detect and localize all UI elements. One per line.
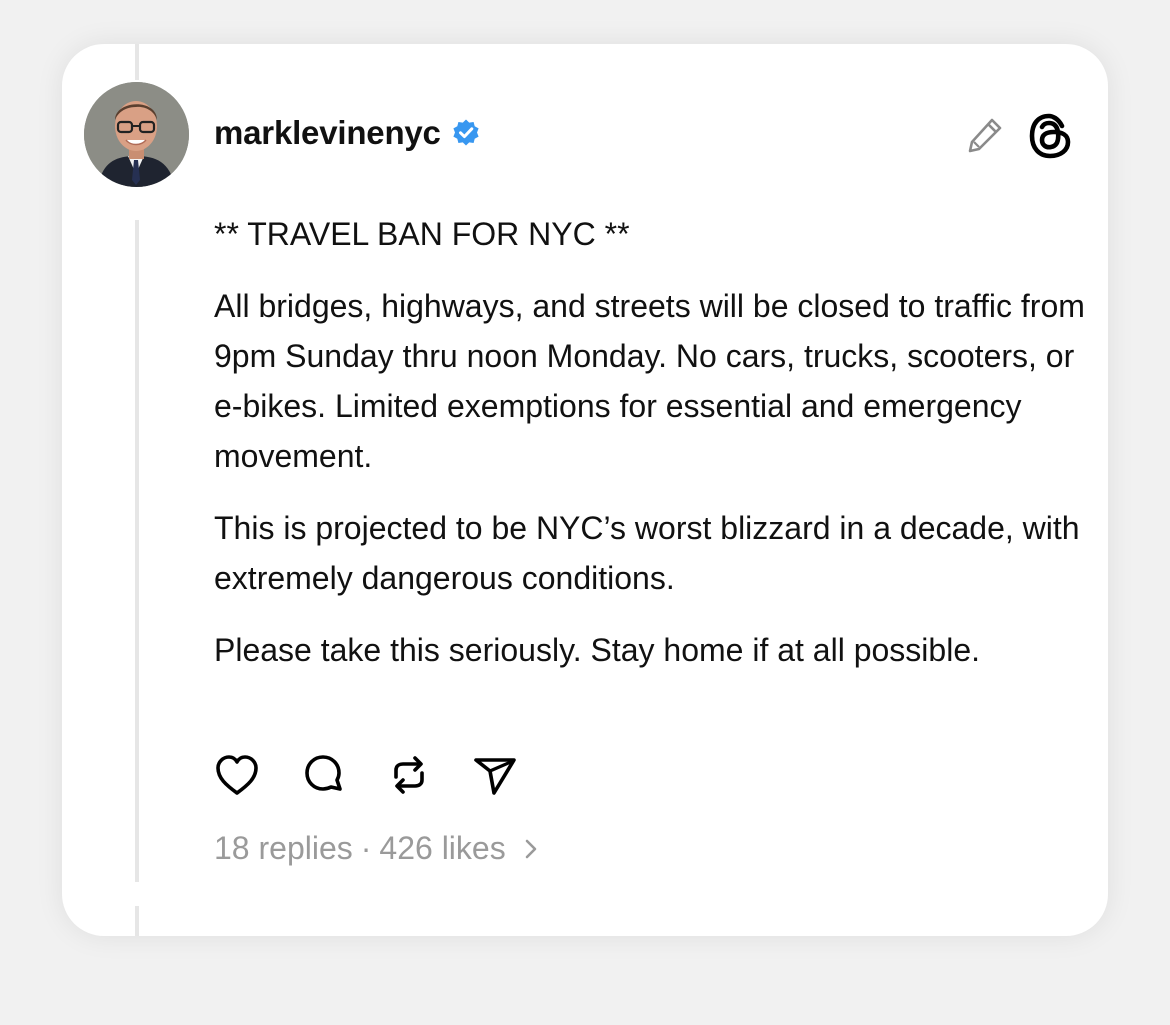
post-text: ** TRAVEL BAN FOR NYC ** All bridges, hi…: [214, 209, 1094, 675]
comment-icon: [305, 755, 342, 791]
heart-icon: [216, 755, 258, 795]
post-stats[interactable]: 18 replies · 426 likes: [214, 830, 540, 867]
repost-icon: [394, 756, 424, 794]
repost-button[interactable]: [386, 752, 432, 798]
post-paragraph: This is projected to be NYC’s worst bliz…: [214, 510, 1080, 596]
chevron-right-icon: [525, 839, 537, 858]
post-paragraph: Please take this seriously. Stay home if…: [214, 632, 980, 668]
like-button[interactable]: [214, 752, 260, 798]
action-bar: [214, 752, 518, 798]
stats-separator: ·: [360, 830, 372, 866]
thread-line-bottom: [135, 906, 139, 936]
verified-badge-icon: [451, 118, 481, 148]
thread-line-top: [135, 44, 139, 80]
threads-logo-icon[interactable]: [1025, 111, 1075, 161]
username[interactable]: marklevinenyc: [214, 114, 441, 152]
avatar[interactable]: [84, 82, 189, 187]
share-icon: [474, 758, 516, 795]
post-card: marklevinenyc ** TRAVEL BAN FOR NYC ** A…: [62, 44, 1108, 936]
thread-line: [135, 220, 139, 882]
replies-count[interactable]: 18 replies: [214, 830, 353, 867]
comment-button[interactable]: [300, 752, 346, 798]
post-heading: ** TRAVEL BAN FOR NYC **: [214, 216, 630, 252]
post-paragraph: All bridges, highways, and streets will …: [214, 288, 1085, 474]
share-button[interactable]: [472, 752, 518, 798]
pencil-icon[interactable]: [965, 115, 1005, 155]
post-header: marklevinenyc: [214, 114, 481, 152]
likes-count[interactable]: 426 likes: [379, 830, 505, 867]
